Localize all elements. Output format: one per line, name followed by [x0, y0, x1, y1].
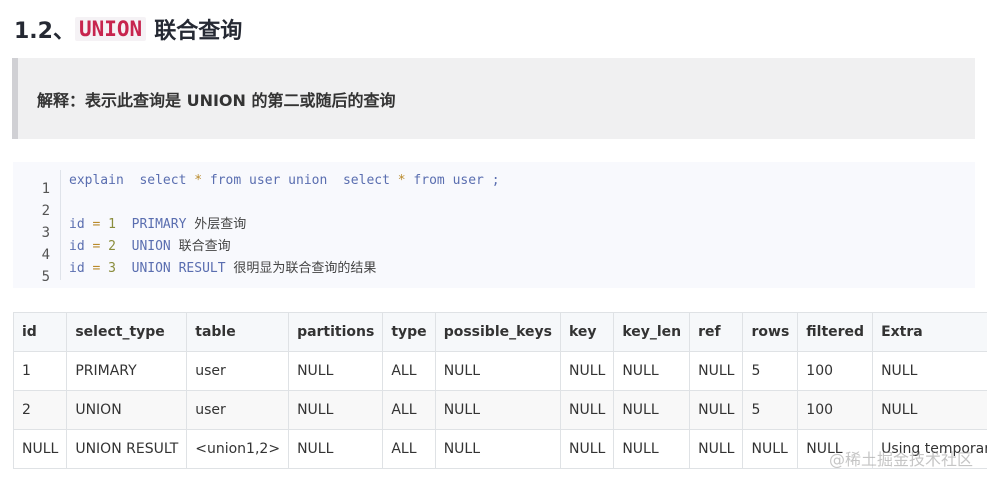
table-cell: 2	[12, 390, 68, 430]
table-cell: NULL	[742, 429, 799, 469]
table-row: 1 PRIMARY user NULL ALL NULL NULL NULL NULL 5 100 N…	[12, 351, 987, 391]
table-cell: 5	[742, 390, 799, 430]
table-cell: NULL	[288, 390, 384, 430]
table-cell: NULL	[613, 351, 691, 391]
explanation-blockquote: 解释：表示此查询是 UNION 的第二或随后的查询	[12, 58, 975, 139]
table-cell: UNION	[66, 390, 188, 430]
section-heading: 1.2、 UNION 联合查询	[14, 10, 242, 48]
line-number: 2	[41, 203, 50, 219]
table-header-row: id select_type table partitions type possible…	[12, 312, 987, 352]
table-row: 2 UNION user NULL ALL NULL NULL NULL NULL 5 100 NUL…	[12, 390, 987, 430]
code-block[interactable]: 1 2 3 4 5 explain select * from user uni…	[13, 162, 975, 288]
table-cell: NULL	[288, 351, 384, 391]
table-cell: user	[186, 351, 290, 391]
table-cell: NULL	[559, 351, 615, 391]
column-header: Extra	[872, 312, 987, 352]
table-cell: 100	[797, 390, 874, 430]
code-line-1: explain select * from user union select …	[69, 173, 500, 188]
table-cell: NULL	[434, 351, 562, 391]
code-line-4: id = 2 UNION 联合查询	[69, 239, 231, 254]
column-header: id	[12, 312, 68, 352]
heading-suffix: 联合查询	[154, 19, 243, 44]
table-cell: <union1,2>	[186, 429, 290, 469]
table-cell: NULL	[689, 429, 744, 469]
column-header: rows	[742, 312, 799, 352]
table-cell: NULL	[613, 429, 691, 469]
table-cell: NULL	[872, 390, 987, 430]
column-header: partitions	[288, 312, 384, 352]
table-cell: NULL	[689, 390, 744, 430]
table-cell: ALL	[382, 351, 436, 391]
heading-prefix: 1.2、	[14, 19, 75, 44]
column-header: ref	[689, 312, 744, 352]
table-cell: NULL	[12, 429, 68, 469]
explanation-text: 解释：表示此查询是 UNION 的第二或随后的查询	[37, 90, 396, 110]
table-cell: NULL	[559, 429, 615, 469]
watermark: @稀土掘金技术社区	[828, 450, 973, 469]
table-cell: NULL	[434, 429, 562, 469]
table-cell: ALL	[382, 429, 436, 469]
code-line-3: id = 1 PRIMARY 外层查询	[69, 217, 247, 232]
table-cell: NULL	[689, 351, 744, 391]
table-cell: user	[186, 390, 290, 430]
line-number: 3	[41, 225, 50, 241]
column-header: table	[186, 312, 290, 352]
code-line-5: id = 3 UNION RESULT 很明显为联合查询的结果	[69, 261, 377, 276]
table-cell: 5	[742, 351, 799, 391]
table-cell: NULL	[872, 351, 987, 391]
line-number-gutter: 1 2 3 4 5	[13, 170, 61, 285]
heading-code: UNION	[74, 17, 147, 41]
table-cell: PRIMARY	[66, 351, 188, 391]
table-cell: 1	[12, 351, 68, 391]
line-number: 5	[41, 269, 50, 285]
table-cell: NULL	[288, 429, 384, 469]
line-number: 1	[41, 181, 50, 197]
line-number: 4	[41, 247, 50, 263]
column-header: key	[559, 312, 615, 352]
column-header: possible_keys	[434, 312, 562, 352]
table-cell: NULL	[559, 390, 615, 430]
table-cell: 100	[797, 351, 874, 391]
column-header: select_type	[66, 312, 188, 352]
column-header: type	[382, 312, 436, 352]
table-cell: NULL	[434, 390, 562, 430]
table-cell: NULL	[613, 390, 691, 430]
column-header: key_len	[613, 312, 691, 352]
column-header: filtered	[797, 312, 874, 352]
table-cell: UNION RESULT	[66, 429, 188, 469]
table-cell: ALL	[382, 390, 436, 430]
